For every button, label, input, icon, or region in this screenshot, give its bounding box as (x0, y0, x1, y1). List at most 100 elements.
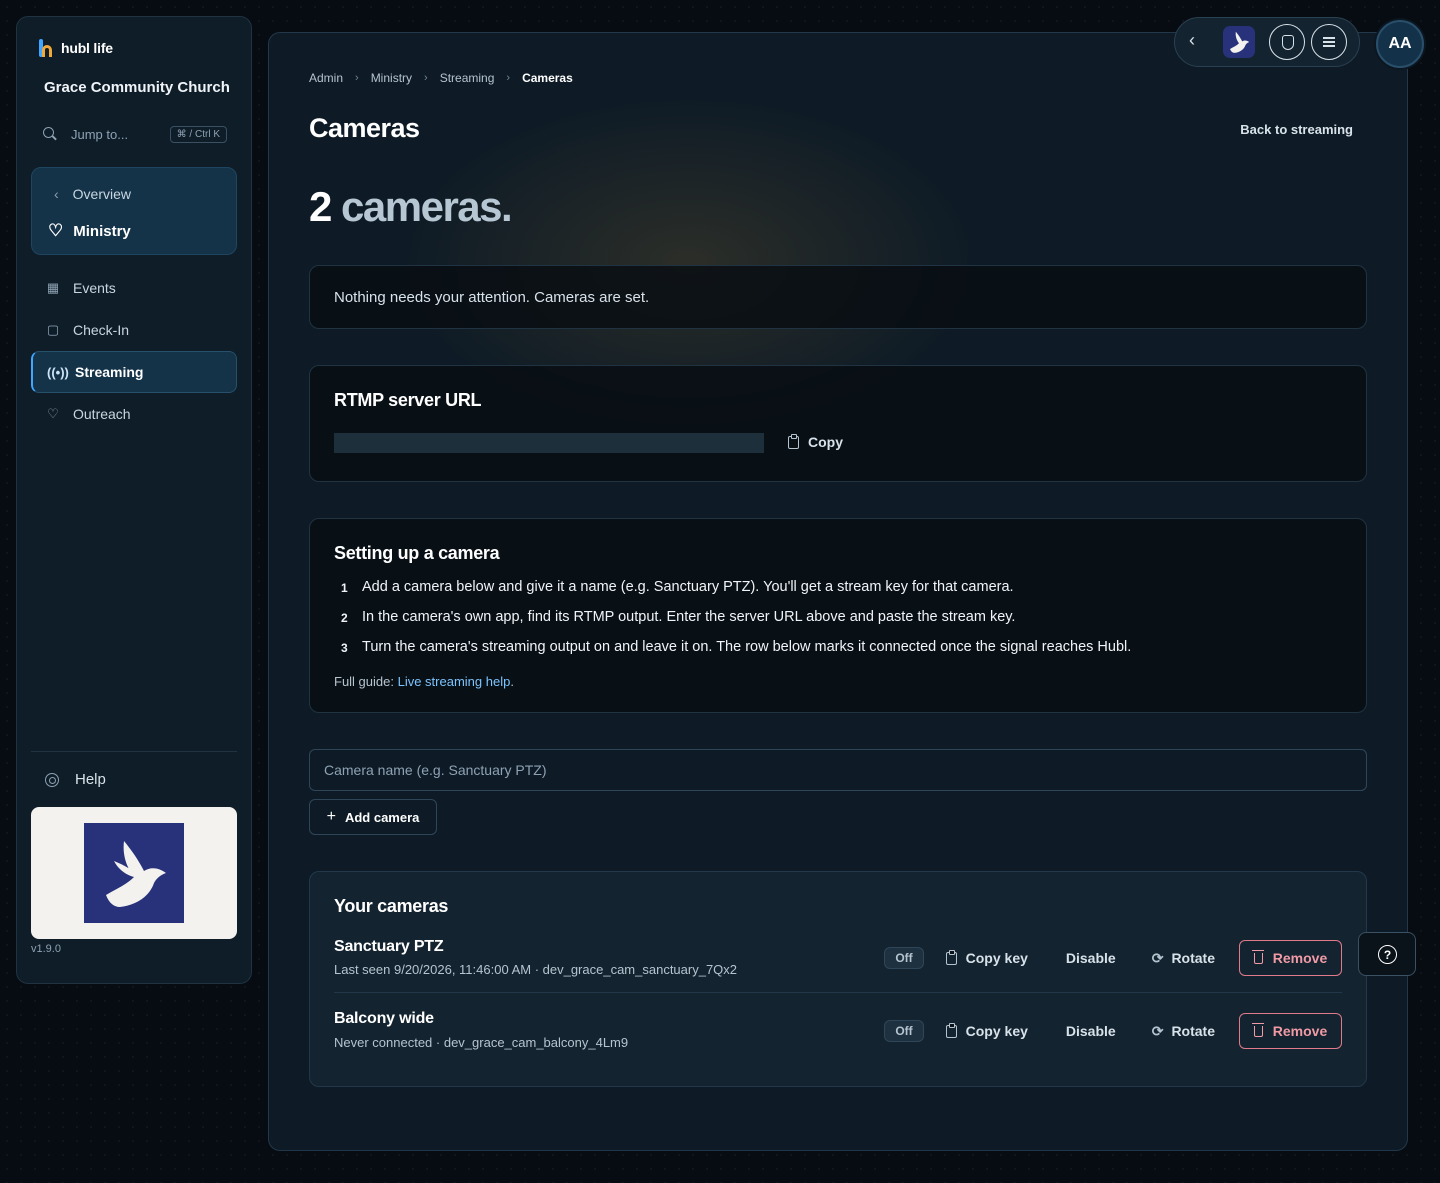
app-switcher-logo[interactable] (1223, 26, 1255, 58)
lifebuoy-icon (45, 772, 59, 787)
camera-name-input[interactable] (309, 749, 1367, 791)
chevron-right-icon: › (424, 72, 428, 84)
org-name: Grace Community Church (44, 79, 230, 96)
clipboard-icon (945, 1022, 957, 1038)
setup-title: Setting up a camera (334, 543, 500, 563)
heart-icon: ♡ (48, 221, 64, 240)
nav-section-ministry[interactable]: ♡ Ministry (48, 221, 131, 241)
rtmp-url-field[interactable] (334, 433, 764, 453)
cameras-list-card: Your cameras Sanctuary PTZ Last seen 9/2… (309, 871, 1367, 1087)
refresh-icon: ⟳ (1151, 1022, 1164, 1039)
sidebar-item-streaming[interactable]: ((•)) Streaming (31, 351, 237, 393)
camera-name: Sanctuary PTZ (334, 938, 444, 955)
rtmp-url-card: RTMP server URL Copy (309, 365, 1367, 482)
camera-name: Balcony wide (334, 1010, 434, 1027)
status-notice: Nothing needs your attention. Cameras ar… (309, 265, 1367, 329)
sidebar-item-label: Check-In (73, 322, 130, 338)
menu-icon[interactable] (1311, 24, 1347, 60)
chevron-right-icon: › (355, 72, 359, 84)
camera-count-word: cameras. (341, 183, 513, 230)
calendar-icon: ▦ (46, 280, 60, 295)
disable-button[interactable]: Disable (1066, 950, 1116, 966)
main-panel: Admin › Ministry › Streaming › Cameras C… (268, 32, 1408, 1151)
jump-to-search[interactable]: Jump to... ⌘ / Ctrl K (43, 123, 227, 145)
nav-section-label: Ministry (73, 222, 131, 240)
church-logo-card (31, 807, 237, 939)
rotate-key-button[interactable]: ⟳ Rotate (1152, 1023, 1215, 1040)
disable-button[interactable]: Disable (1066, 1023, 1116, 1039)
breadcrumb-ministry[interactable]: Ministry (371, 71, 412, 85)
status-badge: Off (884, 1020, 924, 1042)
top-toolbar: ‹ (1174, 17, 1360, 67)
chevron-left-icon[interactable]: ‹ (1189, 30, 1195, 51)
notice-text: Nothing needs your attention. Cameras ar… (334, 289, 650, 306)
back-to-streaming-link[interactable]: Back to streaming (1240, 122, 1353, 137)
setup-step: 2 In the camera's own app, find its RTMP … (341, 609, 1016, 625)
nav-back-label: Overview (72, 186, 132, 202)
sidebar-divider (31, 751, 237, 752)
question-icon: ? (1378, 945, 1397, 964)
cameras-list-title: Your cameras (334, 896, 449, 916)
search-icon (43, 127, 57, 141)
help-fab-button[interactable]: ? (1358, 932, 1416, 976)
page-title: Cameras (309, 113, 420, 143)
camera-actions: Off Copy key Disable ⟳ Rotate Remove (884, 940, 1342, 976)
shield-icon[interactable] (1269, 24, 1305, 60)
jump-label: Jump to... (71, 126, 129, 142)
camera-meta: Never connected · dev_grace_cam_balcony_… (334, 1035, 629, 1050)
trash-icon (1251, 1022, 1264, 1037)
full-guide: Full guide: Live streaming help. (334, 674, 514, 689)
camera-row: Sanctuary PTZ Last seen 9/20/2026, 11:46… (334, 932, 1342, 992)
remove-camera-button[interactable]: Remove (1239, 940, 1342, 976)
refresh-icon: ⟳ (1151, 949, 1164, 966)
copy-url-button[interactable]: Copy (788, 433, 843, 450)
chevron-left-icon: ‹ (54, 186, 59, 202)
remove-camera-button[interactable]: Remove (1239, 1013, 1342, 1049)
live-streaming-help-link[interactable]: Live streaming help (398, 674, 511, 689)
breadcrumb: Admin › Ministry › Streaming › Cameras (309, 71, 573, 85)
sidebar-item-label: Outreach (73, 406, 131, 422)
sidebar-item-label: Events (73, 280, 116, 296)
avatar[interactable]: AA (1376, 20, 1424, 68)
clipboard-icon (788, 433, 799, 449)
setup-step: 3 Turn the camera's streaming output on a… (341, 639, 1132, 655)
copy-key-button[interactable]: Copy key (945, 1022, 1028, 1039)
setup-step: 1 Add a camera below and give it a name (… (341, 579, 1014, 595)
camera-actions: Off Copy key Disable ⟳ Rotate Remove (884, 1013, 1342, 1049)
brand-logo[interactable]: hubl life (39, 39, 113, 57)
clipboard-icon: ▢ (46, 322, 60, 337)
help-label: Help (75, 771, 106, 788)
nav-back-overview[interactable]: ‹ Overview (54, 186, 131, 202)
breadcrumb-admin[interactable]: Admin (309, 71, 343, 85)
breadcrumb-streaming[interactable]: Streaming (440, 71, 495, 85)
dove-logo (84, 823, 184, 923)
clipboard-icon (945, 949, 957, 965)
rotate-key-button[interactable]: ⟳ Rotate (1152, 950, 1215, 967)
sidebar-help[interactable]: Help (45, 771, 106, 788)
sidebar-item-events[interactable]: ▦ Events (31, 267, 237, 309)
sidebar: hubl life Grace Community Church Jump to… (16, 16, 252, 984)
setup-instructions-card: Setting up a camera 1 Add a camera below … (309, 518, 1367, 713)
keyboard-shortcut-badge: ⌘ / Ctrl K (169, 125, 227, 143)
hubl-logo-icon (39, 39, 55, 57)
add-camera-button[interactable]: + Add camera (309, 799, 437, 835)
camera-meta: Last seen 9/20/2026, 11:46:00 AM · dev_g… (334, 962, 738, 977)
sidebar-item-label: Streaming (75, 364, 144, 380)
chevron-right-icon: › (506, 72, 511, 84)
dove-icon (106, 841, 166, 907)
camera-count-heading: 2 cameras. (309, 183, 513, 231)
copy-key-button[interactable]: Copy key (945, 949, 1028, 966)
nav-section-group: ‹ Overview ♡ Ministry (31, 167, 237, 255)
copy-label: Copy (808, 434, 843, 450)
status-badge: Off (884, 947, 924, 969)
app-version: v1.9.0 (31, 943, 61, 955)
broadcast-icon: ((•)) (47, 364, 69, 380)
sidebar-item-check-in[interactable]: ▢ Check-In (31, 309, 237, 351)
add-camera-label: Add camera (344, 809, 420, 825)
brand-name: hubl life (61, 40, 113, 56)
trash-icon (1251, 949, 1264, 964)
breadcrumb-current: Cameras (522, 71, 573, 85)
setup-steps: 1 Add a camera below and give it a name (… (334, 579, 1131, 669)
sidebar-item-outreach[interactable]: ♡ Outreach (31, 393, 237, 435)
heart-icon: ♡ (47, 406, 59, 421)
